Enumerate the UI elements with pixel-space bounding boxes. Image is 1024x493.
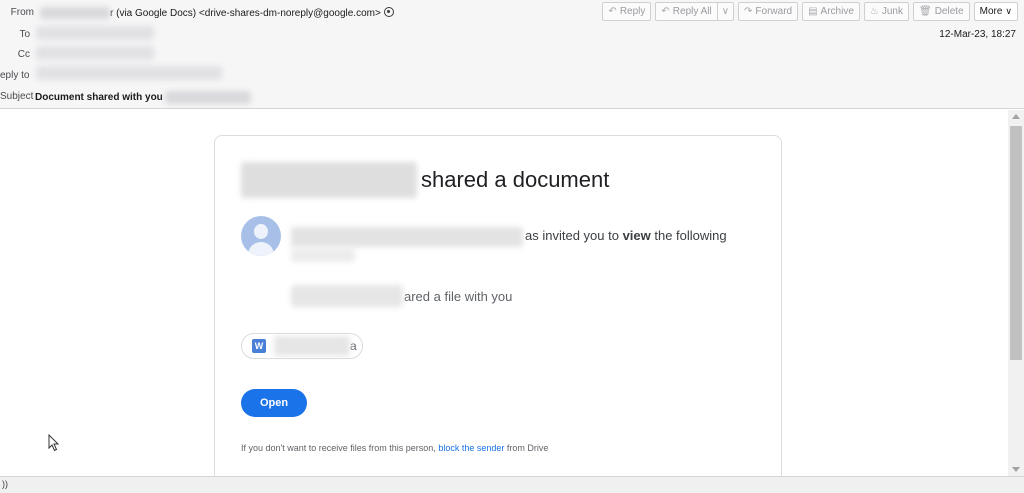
footer-suffix: from Drive — [504, 443, 549, 453]
message-toolbar: ↶ Reply ↶ Reply All ∨ ↷ Forward ▤ Archive ♨ J… — [602, 2, 1018, 21]
sender-name-redacted — [241, 162, 417, 198]
status-text: )) — [2, 479, 8, 489]
junk-label: Junk — [881, 6, 903, 17]
message-body: shared a document as invited you to view… — [0, 110, 1008, 476]
reply-all-icon: ↶ — [661, 6, 670, 17]
forward-label: Forward — [755, 6, 793, 17]
cc-value-redacted[interactable] — [36, 46, 154, 60]
junk-icon: ♨ — [869, 6, 879, 17]
invite-text-part1: as invited you to — [525, 228, 623, 243]
footer-note: If you don't want to receive files from … — [241, 443, 548, 453]
more-label: More — [979, 6, 1003, 17]
subject-value: Document shared with you — [35, 91, 251, 104]
status-bar: )) — [0, 476, 1024, 493]
file-chip[interactable]: W a — [241, 333, 363, 359]
archive-icon: ▤ — [808, 6, 818, 17]
replyto-label: eply to — [0, 70, 30, 81]
delete-button[interactable]: 🗑 Delete — [913, 2, 970, 21]
subject-redacted — [164, 91, 251, 104]
to-label: To — [19, 29, 30, 40]
archive-button[interactable]: ▤ Archive — [802, 2, 860, 21]
forward-icon: ↷ — [744, 6, 753, 17]
file-name-suffix: a — [350, 339, 357, 353]
shared-file-text: ared a file with you — [291, 285, 512, 307]
replyto-value-redacted[interactable] — [36, 66, 222, 80]
delete-label: Delete — [934, 6, 964, 17]
scrollbar-thumb[interactable] — [1010, 126, 1022, 360]
forward-button[interactable]: ↷ Forward — [738, 2, 799, 21]
avatar — [241, 216, 281, 256]
scroll-up-icon[interactable] — [1012, 114, 1020, 119]
invite-bold-view: view — [622, 228, 651, 243]
share-card: shared a document as invited you to view… — [214, 135, 782, 476]
reply-all-button[interactable]: ↶ Reply All — [655, 2, 718, 21]
reply-all-label: Reply All — [672, 6, 712, 17]
more-button[interactable]: More ∨ — [973, 2, 1018, 21]
from-value[interactable]: r (via Google Docs) <drive-shares-dm-nor… — [40, 7, 394, 20]
shared-sender-redacted — [291, 285, 403, 307]
vertical-scrollbar[interactable] — [1008, 110, 1024, 476]
word-doc-icon: W — [252, 339, 266, 353]
from-address: r (via Google Docs) <drive-shares-dm-nor… — [110, 8, 381, 19]
block-sender-link[interactable]: block the sender — [438, 443, 504, 453]
headline-text: shared a document — [421, 167, 610, 192]
scroll-down-icon[interactable] — [1012, 467, 1020, 472]
mouse-cursor-icon — [48, 434, 60, 452]
share-headline: shared a document — [241, 162, 609, 198]
invite-line2-redacted — [291, 248, 355, 262]
chevron-down-icon: ∨ — [721, 6, 730, 17]
file-name-redacted — [274, 336, 350, 356]
reply-button[interactable]: ↶ Reply — [602, 2, 652, 21]
invite-sender-redacted — [291, 226, 523, 247]
open-button[interactable]: Open — [241, 389, 307, 417]
subject-label: Subject — [0, 91, 34, 102]
reply-all-dropdown-button[interactable]: ∨ — [717, 2, 735, 21]
message-header: From r (via Google Docs) <drive-shares-d… — [0, 0, 1024, 109]
contact-icon[interactable] — [383, 7, 394, 17]
from-label: From — [10, 7, 34, 18]
subject-text: Document shared with you — [35, 92, 163, 104]
chevron-down-icon: ∨ — [1005, 6, 1012, 16]
invite-text-part2: the following — [650, 228, 727, 243]
footer-prefix: If you don't want to receive files from … — [241, 443, 439, 453]
archive-label: Archive — [820, 6, 854, 17]
cc-label: Cc — [17, 49, 30, 60]
reply-all-split: ↶ Reply All ∨ — [655, 2, 735, 21]
to-value-redacted[interactable] — [36, 26, 154, 40]
reply-icon: ↶ — [608, 6, 617, 17]
reply-label: Reply — [619, 6, 646, 17]
shared-text: ared a file with you — [404, 288, 513, 304]
junk-button[interactable]: ♨ Junk — [863, 2, 909, 21]
message-date: 12-Mar-23, 18:27 — [939, 29, 1016, 40]
from-name-redacted — [40, 7, 110, 20]
invite-text: as invited you to view the following — [291, 225, 751, 247]
trash-icon: 🗑 — [919, 6, 932, 17]
